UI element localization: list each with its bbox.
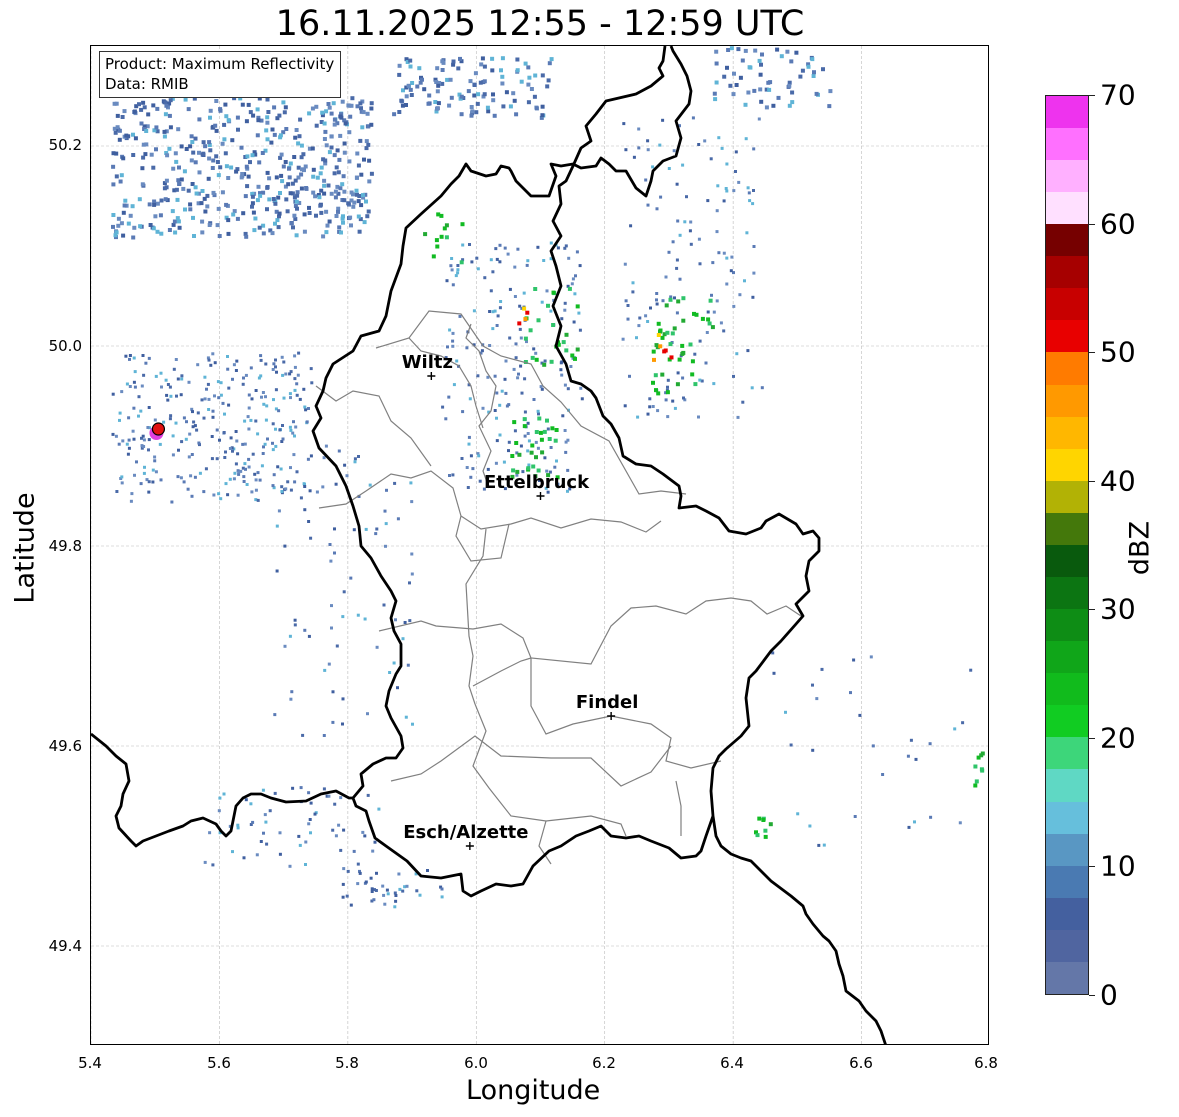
colorbar-segment xyxy=(1046,416,1088,449)
y-axis-title: Latitude xyxy=(9,492,41,604)
city-marker-icon xyxy=(536,492,545,500)
x-tick-label: 6.0 xyxy=(464,1054,488,1072)
city-label: Ettelbruck xyxy=(484,472,590,493)
x-tick-label: 5.6 xyxy=(207,1054,231,1072)
colorbar-segment xyxy=(1046,192,1088,225)
colorbar-tick-label: 40 xyxy=(1100,464,1136,498)
colorbar-segment xyxy=(1046,769,1088,802)
colorbar-segment xyxy=(1046,929,1088,962)
x-tick-label: 6.8 xyxy=(974,1054,998,1072)
colorbar-segment xyxy=(1046,512,1088,545)
colorbar-segment xyxy=(1046,961,1088,994)
colorbar-segment xyxy=(1046,95,1088,128)
colorbar-tick-mark xyxy=(1089,866,1095,868)
colorbar-segment xyxy=(1046,576,1088,610)
colorbar-tick-label: 10 xyxy=(1100,849,1136,883)
city-label: Esch/Alzette xyxy=(403,822,528,843)
city-marker-icon xyxy=(607,712,616,720)
city-marker-icon xyxy=(427,372,436,380)
colorbar-segment xyxy=(1046,673,1088,706)
colorbar-segment xyxy=(1046,224,1088,257)
colorbar-segment xyxy=(1046,641,1088,674)
x-tick-label: 6.2 xyxy=(592,1054,616,1072)
x-tick-label: 5.8 xyxy=(335,1054,359,1072)
colorbar-tick-mark xyxy=(1089,737,1095,739)
y-tick-label: 50.0 xyxy=(48,337,82,355)
colorbar-label: dBZ xyxy=(1124,520,1156,576)
colorbar-tick-label: 50 xyxy=(1100,335,1136,369)
colorbar-segment xyxy=(1046,448,1088,481)
city-ettelbruck: Ettelbruck xyxy=(484,472,590,500)
colorbar-tick-mark xyxy=(1089,480,1095,482)
y-tick-label: 49.8 xyxy=(48,537,82,555)
map-title: 16.11.2025 12:55 - 12:59 UTC xyxy=(275,4,805,44)
national-borders xyxy=(91,46,887,1044)
y-tick-label: 50.2 xyxy=(48,136,82,154)
city-label: Wiltz xyxy=(402,352,453,373)
colorbar-segment xyxy=(1046,544,1088,577)
colorbar-tick-mark xyxy=(1089,223,1095,225)
colorbar-tick-label: 70 xyxy=(1100,78,1136,112)
city-label: Findel xyxy=(576,692,639,713)
colorbar-tick-mark xyxy=(1089,609,1095,611)
colorbar-segment xyxy=(1046,159,1088,193)
colorbar-segment xyxy=(1046,480,1088,513)
colorbar xyxy=(1045,95,1089,995)
y-tick-label: 49.6 xyxy=(48,737,82,755)
x-tick-label: 5.4 xyxy=(78,1054,102,1072)
map-svg: Wiltz Ettelbruck Findel Esch/Alzette xyxy=(91,46,988,1044)
city-findel: Findel xyxy=(576,692,639,720)
colorbar-segment xyxy=(1046,609,1088,642)
colorbar-segment xyxy=(1046,897,1088,930)
city-esch-alzette: Esch/Alzette xyxy=(403,822,529,850)
colorbar-segment xyxy=(1046,801,1088,834)
colorbar-tick-mark xyxy=(1089,352,1095,354)
city-markers: Wiltz Ettelbruck Findel Esch/Alzette xyxy=(402,352,639,850)
colorbar-tick-label: 30 xyxy=(1100,592,1136,626)
colorbar-segment xyxy=(1046,737,1088,770)
colorbar-segment xyxy=(1046,865,1088,898)
info-box: Product: Maximum Reflectivity Data: RMIB xyxy=(99,51,342,98)
colorbar-segment xyxy=(1046,320,1088,353)
info-product: Product: Maximum Reflectivity xyxy=(105,55,335,73)
colorbar-segment xyxy=(1046,127,1088,160)
x-axis-title: Longitude xyxy=(466,1075,601,1106)
y-tick-label: 49.4 xyxy=(48,937,82,955)
colorbar-segment xyxy=(1046,288,1088,321)
colorbar-tick-label: 20 xyxy=(1100,721,1136,755)
city-wiltz: Wiltz xyxy=(402,352,453,380)
colorbar-segment xyxy=(1046,833,1088,866)
radar-map[interactable]: Wiltz Ettelbruck Findel Esch/Alzette xyxy=(90,45,989,1045)
colorbar-tick-mark xyxy=(1089,995,1095,996)
radar-marker xyxy=(149,422,166,440)
city-marker-icon xyxy=(465,842,474,850)
x-tick-label: 6.6 xyxy=(849,1054,873,1072)
colorbar-tick-label: 60 xyxy=(1100,207,1136,241)
colorbar-tick-mark xyxy=(1089,95,1095,96)
colorbar-segment xyxy=(1046,384,1088,417)
colorbar-segment xyxy=(1046,352,1088,385)
colorbar-tick-label: 0 xyxy=(1100,978,1118,1012)
x-tick-label: 6.4 xyxy=(720,1054,744,1072)
info-source: Data: RMIB xyxy=(105,75,189,93)
colorbar-segment xyxy=(1046,256,1088,289)
colorbar-segment xyxy=(1046,705,1088,738)
